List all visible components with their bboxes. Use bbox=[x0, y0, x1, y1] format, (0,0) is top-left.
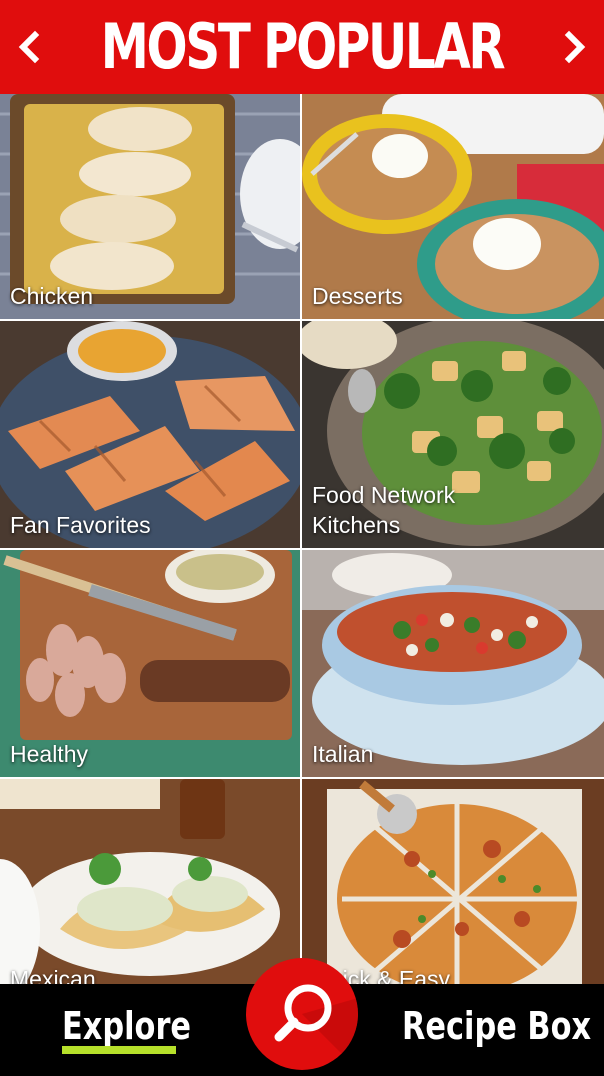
category-tile-healthy[interactable]: Healthy bbox=[0, 550, 300, 777]
quick-and-easy-photo bbox=[302, 779, 604, 984]
category-grid: Chicken Desserts Fan Favorites Food Netw… bbox=[0, 94, 604, 984]
category-label: Italian bbox=[312, 741, 374, 767]
mexican-photo bbox=[0, 779, 300, 984]
chevron-right-icon[interactable] bbox=[552, 25, 596, 69]
category-tile-fan-favorites[interactable]: Fan Favorites bbox=[0, 321, 300, 548]
page-title: MOST POPULAR bbox=[100, 10, 506, 83]
active-tab-indicator bbox=[62, 1046, 176, 1054]
category-label: Desserts bbox=[312, 283, 403, 309]
category-label: Mexican bbox=[10, 966, 96, 984]
category-label: Food Network Kitchens bbox=[312, 482, 456, 538]
category-label: Chicken bbox=[10, 283, 94, 309]
category-tile-italian[interactable]: Italian bbox=[302, 550, 604, 777]
category-label: Fan Favorites bbox=[10, 512, 151, 538]
category-tile-chicken[interactable]: Chicken bbox=[0, 94, 300, 319]
category-tile-desserts[interactable]: Desserts bbox=[302, 94, 604, 319]
search-icon bbox=[274, 984, 358, 1070]
category-tile-quick-and-easy[interactable]: Quick & Easy bbox=[302, 779, 604, 984]
search-button[interactable] bbox=[246, 958, 358, 1070]
tab-recipe-box[interactable]: Recipe Box bbox=[402, 1004, 591, 1048]
category-tile-food-network-kitchens[interactable]: Food Network Kitchens bbox=[302, 321, 604, 548]
chevron-left-icon[interactable] bbox=[8, 25, 52, 69]
tab-explore[interactable]: Explore bbox=[62, 1004, 191, 1048]
header-bar: MOST POPULAR bbox=[0, 0, 604, 94]
category-label: Quick & Easy bbox=[312, 966, 451, 984]
category-tile-mexican[interactable]: Mexican bbox=[0, 779, 300, 984]
category-label: Healthy bbox=[10, 741, 88, 767]
